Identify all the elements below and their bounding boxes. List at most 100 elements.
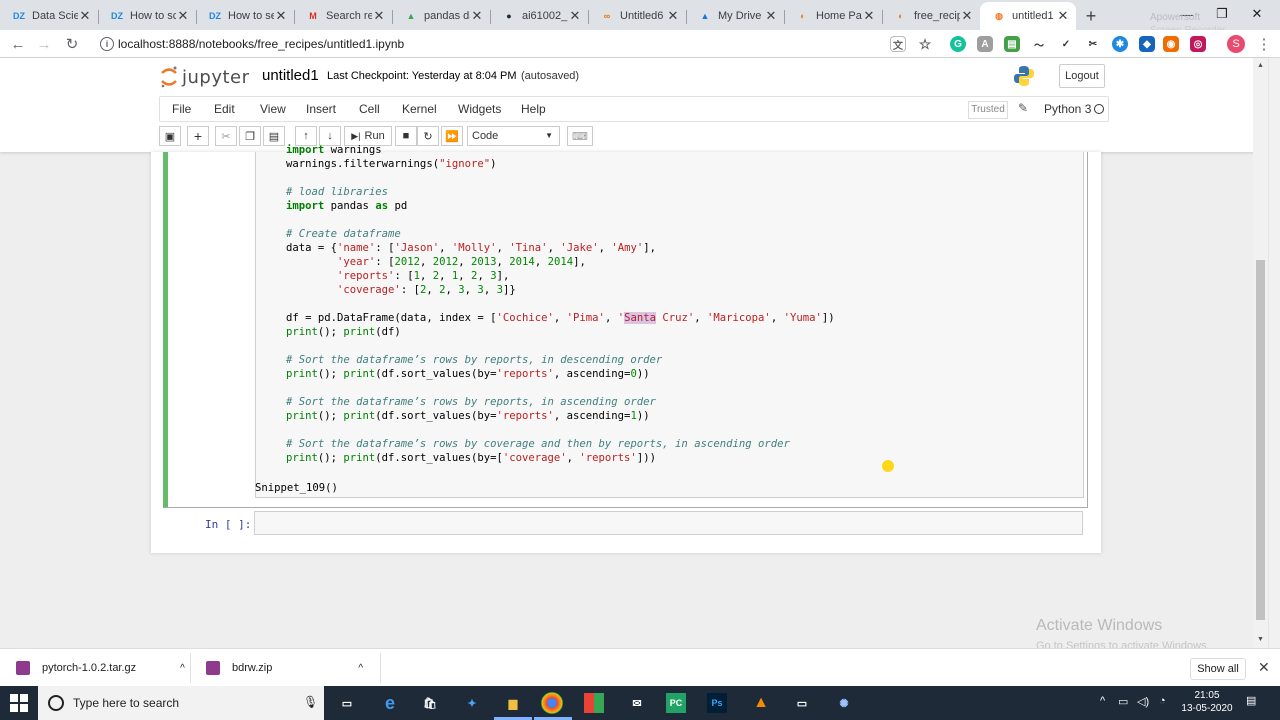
code-line[interactable]: print(); print(df.sort_values(by='report… <box>286 409 835 423</box>
code-line[interactable]: 'reports': [1, 2, 1, 2, 3], <box>286 269 835 283</box>
menu-help[interactable]: Help <box>521 102 546 116</box>
tab-close-icon[interactable]: ✕ <box>274 8 288 24</box>
menu-kernel[interactable]: Kernel <box>402 102 437 116</box>
extension-icon[interactable]: A <box>977 36 993 52</box>
tab-close-icon[interactable]: ✕ <box>960 8 974 24</box>
scroll-up-icon[interactable]: ▲ <box>1253 62 1268 69</box>
code-line[interactable]: print(); print(df.sort_values(by='report… <box>286 367 835 381</box>
wifi-icon[interactable]: ◔ <box>1159 695 1166 707</box>
cut-icon[interactable]: ✂ <box>215 126 237 146</box>
app-icon[interactable]: ✦ <box>459 690 485 716</box>
browser-tab[interactable]: M Search re ✕ <box>294 2 392 30</box>
tab-close-icon[interactable]: ✕ <box>470 8 484 24</box>
mail-icon[interactable]: ✉ <box>624 690 650 716</box>
profile-avatar[interactable]: S <box>1227 35 1245 53</box>
menu-insert[interactable]: Insert <box>306 102 336 116</box>
reload-icon[interactable]: ↻ <box>62 34 82 54</box>
terminal-icon[interactable]: ▭ <box>789 690 815 716</box>
notifications-icon[interactable]: ▤ <box>1246 694 1256 707</box>
browser-tab[interactable]: ◐ free_recip ✕ <box>882 2 980 30</box>
grammarly-icon[interactable]: G <box>950 36 966 52</box>
extension-icon[interactable]: ◉ <box>1163 36 1179 52</box>
code-line[interactable]: import pandas as pd <box>286 199 835 213</box>
browser-tab[interactable]: ∞ Untitled6 ✕ <box>588 2 686 30</box>
code-editor[interactable]: import warnings warnings.filterwarnings("… <box>255 144 1084 498</box>
url-text[interactable]: localhost:8888/notebooks/free_recipes/un… <box>118 37 404 51</box>
photoshop-icon[interactable]: Ps <box>707 693 727 713</box>
trusted-badge[interactable]: Trusted <box>968 101 1008 119</box>
empty-code-cell[interactable] <box>254 511 1083 535</box>
logout-button[interactable]: Logout <box>1059 64 1105 88</box>
code-line[interactable]: # Sort the dataframe’s rows by reports, … <box>286 353 835 367</box>
new-tab-button[interactable]: + <box>1076 2 1106 30</box>
browser-tab[interactable]: DZ How to sc ✕ <box>98 2 196 30</box>
browser-tab[interactable]: ◍ untitled1 ✕ <box>980 2 1076 30</box>
site-info-icon[interactable]: i <box>100 37 114 51</box>
code-line[interactable]: 'year': [2012, 2012, 2013, 2014, 2014], <box>286 255 835 269</box>
code-line[interactable]: data = {'name': ['Jason', 'Molly', 'Tina… <box>286 241 835 255</box>
code-text[interactable]: import warnings warnings.filterwarnings("… <box>286 143 835 465</box>
extension-icon[interactable]: ✓ <box>1058 36 1074 52</box>
browser-tab[interactable]: ▲ My Drive ✕ <box>686 2 784 30</box>
close-downloads-icon[interactable]: ✕ <box>1258 659 1270 676</box>
instagram-icon[interactable]: ◎ <box>1190 36 1206 52</box>
kernel-name[interactable]: Python 3 <box>1044 102 1091 116</box>
extension-icon[interactable]: 〜 <box>1031 36 1047 52</box>
code-line[interactable] <box>286 423 835 437</box>
tab-close-icon[interactable]: ✕ <box>1056 8 1070 24</box>
chrome-icon[interactable] <box>541 692 563 714</box>
windows-start-icon[interactable] <box>10 694 28 712</box>
code-line[interactable] <box>286 381 835 395</box>
app-icon[interactable]: ✺ <box>831 690 857 716</box>
forward-arrow-icon[interactable]: → <box>34 34 54 54</box>
pycharm-icon[interactable]: PC <box>666 693 686 713</box>
tab-close-icon[interactable]: ✕ <box>862 8 876 24</box>
download-item[interactable]: bdrw.zip ^ <box>206 655 363 681</box>
extension-icon[interactable]: ◆ <box>1139 36 1155 52</box>
code-line[interactable]: print(); print(df) <box>286 325 835 339</box>
code-line[interactable]: # load libraries <box>286 185 835 199</box>
paste-icon[interactable]: ▤ <box>263 126 285 146</box>
taskbar-search-box[interactable]: Type here to search 🎙 <box>38 686 324 720</box>
save-icon[interactable]: ▣ <box>159 126 181 146</box>
code-line[interactable]: print(); print(df.sort_values(by=['cover… <box>286 451 835 465</box>
code-line[interactable]: # Sort the dataframe’s rows by coverage … <box>286 437 835 451</box>
extension-icon[interactable]: ▤ <box>1004 36 1020 52</box>
tray-chevron-icon[interactable]: ^ <box>1100 695 1105 707</box>
code-line[interactable] <box>286 213 835 227</box>
battery-icon[interactable]: ▭ <box>1118 695 1128 708</box>
code-line[interactable] <box>286 297 835 311</box>
chevron-up-icon[interactable]: ^ <box>358 663 363 674</box>
office-icon[interactable] <box>584 693 604 713</box>
show-all-downloads-button[interactable]: Show all <box>1190 658 1246 680</box>
menu-widgets[interactable]: Widgets <box>458 102 501 116</box>
tab-close-icon[interactable]: ✕ <box>372 8 386 24</box>
taskbar-clock[interactable]: 21:05 13-05-2020 <box>1180 689 1234 715</box>
vlc-icon[interactable]: ▲ <box>748 690 774 716</box>
browser-tab[interactable]: DZ Data Scien✕ <box>0 2 98 30</box>
jupyter-logo[interactable]: jupyter <box>160 64 250 90</box>
tab-close-icon[interactable]: ✕ <box>568 8 582 24</box>
edit-pencil-icon[interactable]: ✎ <box>1018 101 1028 115</box>
back-arrow-icon[interactable]: ← <box>8 34 28 54</box>
browser-tab[interactable]: DZ How to se ✕ <box>196 2 294 30</box>
notebook-scrollbar[interactable]: ▲ ▼ <box>1253 58 1268 648</box>
file-explorer-icon[interactable]: ▆ <box>500 690 526 716</box>
menu-edit[interactable]: Edit <box>214 102 235 116</box>
copy-icon[interactable]: ❐ <box>239 126 261 146</box>
code-line[interactable]: df = pd.DataFrame(data, index = ['Cochic… <box>286 311 835 325</box>
chevron-up-icon[interactable]: ^ <box>180 663 185 674</box>
code-line[interactable]: 'coverage': [2, 2, 3, 3, 3]} <box>286 283 835 297</box>
scrollbar-thumb[interactable] <box>1256 260 1265 620</box>
code-line[interactable]: # Sort the dataframe’s rows by reports, … <box>286 395 835 409</box>
extension-icon[interactable]: ✂ <box>1085 36 1101 52</box>
menu-view[interactable]: View <box>260 102 286 116</box>
code-line[interactable]: # Create dataframe <box>286 227 835 241</box>
menu-cell[interactable]: Cell <box>359 102 380 116</box>
translate-icon[interactable]: 文 <box>890 36 906 52</box>
scroll-down-icon[interactable]: ▼ <box>1253 636 1268 643</box>
volume-icon[interactable]: ◁) <box>1137 695 1149 708</box>
code-line[interactable] <box>286 339 835 353</box>
menu-file[interactable]: File <box>172 102 191 116</box>
tab-close-icon[interactable]: ✕ <box>78 8 92 24</box>
